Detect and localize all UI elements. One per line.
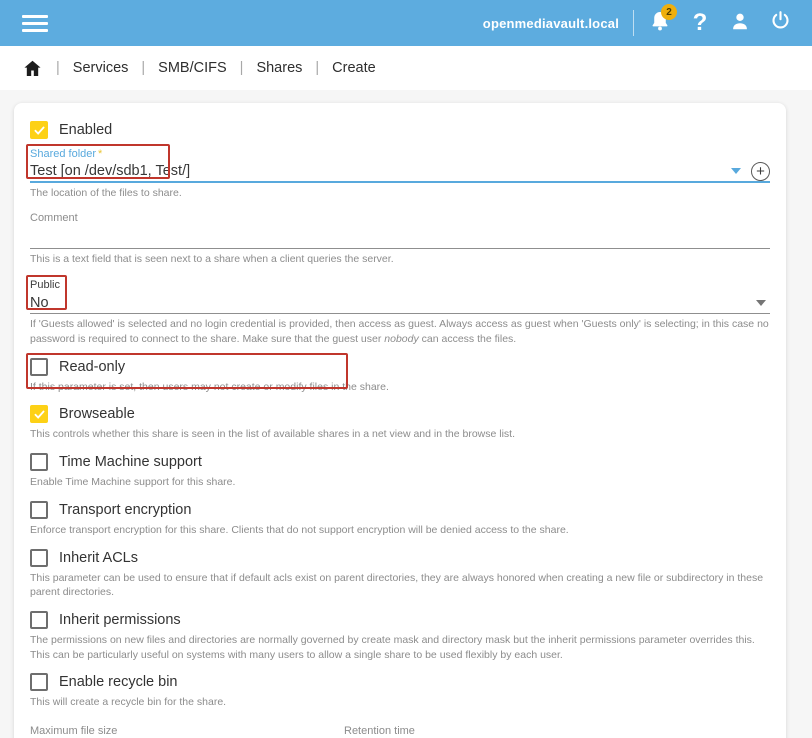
enabled-row: Enabled bbox=[30, 120, 770, 140]
browseable-checkbox[interactable] bbox=[30, 405, 48, 423]
chevron-down-icon[interactable] bbox=[756, 300, 766, 306]
breadcrumb-item-create[interactable]: Create bbox=[332, 60, 376, 76]
comment-label: Comment bbox=[30, 211, 770, 225]
comment-hint: This is a text field that is seen next t… bbox=[30, 252, 770, 267]
header-divider bbox=[633, 10, 634, 36]
enable-recycle-bin-row: Enable recycle bin This will create a re… bbox=[30, 672, 770, 710]
transport-encryption-hint: Enforce transport encryption for this sh… bbox=[30, 523, 770, 538]
recycle-options-row: Maximum file size Unrestricted Files tha… bbox=[30, 724, 770, 738]
inherit-acls-checkbox[interactable] bbox=[30, 549, 48, 567]
question-icon: ? bbox=[693, 11, 708, 35]
shared-folder-hint: The location of the files to share. bbox=[30, 186, 770, 201]
breadcrumb-separator: | bbox=[315, 60, 319, 76]
enable-recycle-bin-label: Enable recycle bin bbox=[59, 674, 178, 690]
breadcrumb-item-smbcifs[interactable]: SMB/CIFS bbox=[158, 60, 226, 76]
time-machine-hint: Enable Time Machine support for this sha… bbox=[30, 475, 770, 490]
app-header: openmediavault.local 2 ? bbox=[0, 0, 812, 46]
notification-badge: 2 bbox=[661, 4, 677, 20]
maximum-file-size-field: Maximum file size Unrestricted Files tha… bbox=[30, 724, 308, 738]
inherit-permissions-checkbox[interactable] bbox=[30, 611, 48, 629]
person-icon bbox=[729, 10, 751, 37]
comment-input[interactable] bbox=[30, 225, 770, 249]
maximum-file-size-label: Maximum file size bbox=[30, 724, 308, 738]
user-button[interactable] bbox=[720, 3, 760, 43]
enabled-checkbox[interactable] bbox=[30, 121, 48, 139]
enabled-label: Enabled bbox=[59, 122, 112, 138]
home-icon[interactable] bbox=[22, 58, 43, 79]
menu-icon[interactable] bbox=[22, 15, 48, 32]
browseable-hint: This controls whether this share is seen… bbox=[30, 427, 770, 442]
transport-encryption-row: Transport encryption Enforce transport e… bbox=[30, 500, 770, 538]
retention-time-field: Retention time 0 Files in the recycle bi… bbox=[344, 724, 616, 738]
power-icon bbox=[770, 10, 791, 36]
shared-folder-value: Test [on /dev/sdb1, Test/] bbox=[30, 161, 727, 181]
inherit-permissions-hint: The permissions on new files and directo… bbox=[30, 633, 770, 662]
required-marker: * bbox=[98, 148, 102, 160]
breadcrumb-item-shares[interactable]: Shares bbox=[256, 60, 302, 76]
shared-folder-select[interactable]: Test [on /dev/sdb1, Test/] + bbox=[30, 161, 770, 183]
transport-encryption-label: Transport encryption bbox=[59, 502, 191, 518]
time-machine-label: Time Machine support bbox=[59, 454, 202, 470]
shared-folder-label: Shared folder bbox=[30, 148, 96, 160]
public-hint: If 'Guests allowed' is selected and no l… bbox=[30, 317, 770, 346]
time-machine-checkbox[interactable] bbox=[30, 453, 48, 471]
readonly-label: Read-only bbox=[59, 359, 125, 375]
share-create-form: Enabled Shared folder* Test [on /dev/sdb… bbox=[14, 103, 786, 738]
public-label: Public bbox=[30, 278, 770, 292]
comment-field: Comment This is a text field that is see… bbox=[30, 211, 770, 267]
main-content: Enabled Shared folder* Test [on /dev/sdb… bbox=[0, 90, 812, 738]
shared-folder-field: Shared folder* Test [on /dev/sdb1, Test/… bbox=[30, 147, 770, 201]
inherit-acls-hint: This parameter can be used to ensure tha… bbox=[30, 571, 770, 600]
breadcrumb-separator: | bbox=[141, 60, 145, 76]
inherit-permissions-row: Inherit permissions The permissions on n… bbox=[30, 610, 770, 662]
logout-button[interactable] bbox=[760, 3, 800, 43]
breadcrumb: | Services | SMB/CIFS | Shares | Create bbox=[0, 46, 812, 90]
retention-time-label: Retention time bbox=[344, 724, 616, 738]
readonly-hint: If this parameter is set, then users may… bbox=[30, 380, 770, 395]
time-machine-row: Time Machine support Enable Time Machine… bbox=[30, 452, 770, 490]
public-field: Public No If 'Guests allowed' is selecte… bbox=[30, 278, 770, 346]
readonly-row: Read-only If this parameter is set, then… bbox=[30, 357, 770, 395]
breadcrumb-separator: | bbox=[240, 60, 244, 76]
help-button[interactable]: ? bbox=[680, 3, 720, 43]
transport-encryption-checkbox[interactable] bbox=[30, 501, 48, 519]
public-hint-emphasis: nobody bbox=[384, 333, 418, 345]
browseable-row: Browseable This controls whether this sh… bbox=[30, 404, 770, 442]
chevron-down-icon[interactable] bbox=[731, 168, 741, 174]
notifications-button[interactable]: 2 bbox=[640, 3, 680, 43]
breadcrumb-separator: | bbox=[56, 60, 60, 76]
inherit-acls-row: Inherit ACLs This parameter can be used … bbox=[30, 548, 770, 600]
omv-smb-share-create-page: { "header": { "hostname": "openmediavaul… bbox=[0, 0, 812, 738]
enable-recycle-bin-checkbox[interactable] bbox=[30, 673, 48, 691]
browseable-label: Browseable bbox=[59, 406, 135, 422]
public-value: No bbox=[30, 293, 752, 313]
hostname-label: openmediavault.local bbox=[483, 16, 619, 31]
enable-recycle-bin-hint: This will create a recycle bin for the s… bbox=[30, 695, 770, 710]
breadcrumb-item-services[interactable]: Services bbox=[73, 60, 129, 76]
readonly-checkbox[interactable] bbox=[30, 358, 48, 376]
inherit-acls-label: Inherit ACLs bbox=[59, 550, 138, 566]
add-shared-folder-button[interactable]: + bbox=[751, 162, 770, 181]
inherit-permissions-label: Inherit permissions bbox=[59, 612, 181, 628]
public-select[interactable]: No bbox=[30, 292, 770, 314]
